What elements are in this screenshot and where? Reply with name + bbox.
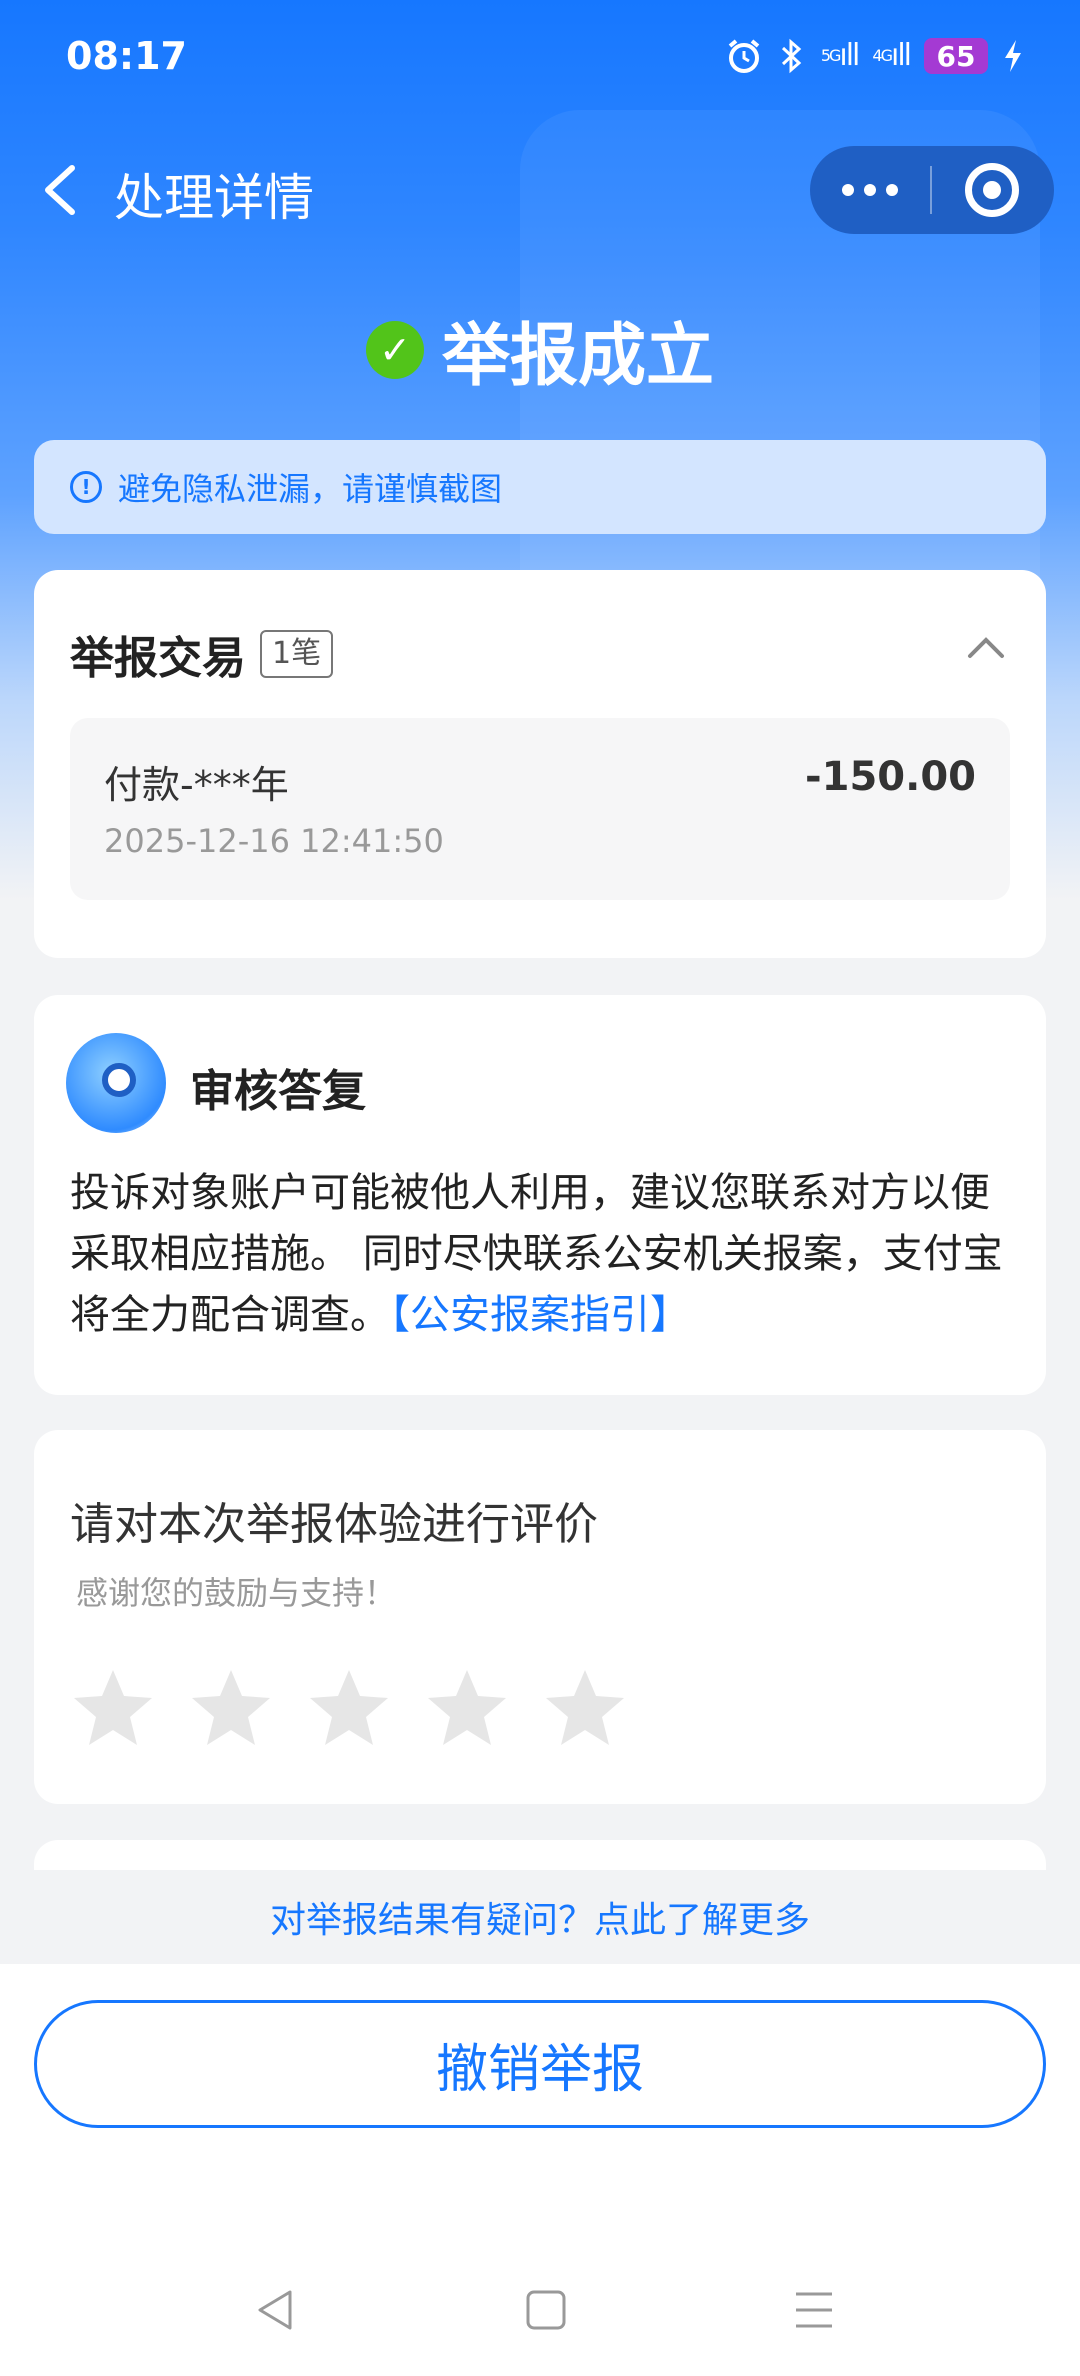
star-icon[interactable] [542, 1666, 628, 1750]
bluetooth-icon [781, 38, 802, 74]
nav-menu-icon[interactable] [786, 2282, 842, 2338]
nav-bar: 处理详情 [0, 140, 1080, 240]
footer-link-area: 对举报结果有疑问？点此了解更多 [0, 1870, 1080, 1964]
target-icon[interactable] [932, 146, 1052, 234]
rating-title: 请对本次举报体验进行评价 [70, 1499, 598, 1550]
star-icon[interactable] [306, 1666, 392, 1750]
review-title: 审核答复 [190, 1066, 366, 1117]
robot-avatar [66, 1033, 166, 1133]
signal-1-label: 5G [820, 46, 842, 65]
learn-more-link[interactable]: 对举报结果有疑问？点此了解更多 [270, 1891, 810, 1943]
signal-2-label: 4G [872, 46, 893, 65]
chevron-up-icon[interactable] [966, 632, 1006, 662]
result-title: 举报成立 [441, 317, 714, 396]
star-icon[interactable] [188, 1666, 274, 1750]
star-icon[interactable] [424, 1666, 510, 1750]
star-rating [70, 1666, 628, 1750]
more-dots-icon[interactable] [810, 146, 930, 234]
back-arrow-icon[interactable] [34, 160, 90, 220]
transaction-amount: -150.00 [805, 754, 976, 800]
transaction-card-header: 举报交易 1笔 [70, 622, 334, 686]
status-icons: 5Gıll 4Gıll 65 [725, 36, 1024, 76]
signal-icon: 4Gıll [872, 38, 912, 73]
info-icon: ! [70, 471, 102, 503]
nav-back-icon[interactable] [248, 2282, 304, 2338]
rating-subtitle: 感谢您的鼓励与支持！ [76, 1574, 397, 1612]
transaction-name: 付款-***年 [104, 763, 289, 807]
star-icon[interactable] [70, 1666, 156, 1750]
check-circle-icon: ✓ [365, 320, 424, 379]
charging-icon [1005, 40, 1021, 72]
battery-icon: 65 [924, 38, 988, 74]
police-report-guide-link[interactable]: 【公安报案指引】 [390, 1292, 690, 1338]
signal-icon: 5Gıll [820, 38, 861, 73]
revoke-report-button[interactable]: 撤销举报 [34, 2000, 1046, 2128]
nav-home-icon[interactable] [518, 2282, 574, 2338]
transaction-card-title: 举报交易 [70, 633, 246, 684]
result-banner: ✓ 举报成立 [0, 300, 1080, 399]
review-card: 审核答复 投诉对象账户可能被他人利用，建议您联系对方以便采取相应措施。 同时尽快… [34, 995, 1046, 1395]
status-bar: 08:17 5Gıll 4Gıll 65 [0, 0, 1080, 120]
status-time: 08:17 [66, 34, 187, 78]
alarm-icon [728, 39, 760, 73]
transaction-card: 举报交易 1笔 付款-***年 -150.00 2025-12-16 12:41… [34, 570, 1046, 958]
rating-card: 请对本次举报体验进行评价 感谢您的鼓励与支持！ [34, 1430, 1046, 1804]
page-title: 处理详情 [114, 169, 314, 227]
transaction-time: 2025-12-16 12:41:50 [104, 822, 444, 860]
privacy-tip-text: 避免隐私泄漏，请谨慎截图 [118, 470, 503, 508]
mini-program-capsule [810, 146, 1054, 234]
review-body: 投诉对象账户可能被他人利用，建议您联系对方以便采取相应措施。 同时尽快联系公安机… [70, 1163, 1010, 1346]
count-badge: 1笔 [260, 630, 334, 678]
transaction-item[interactable]: 付款-***年 -150.00 2025-12-16 12:41:50 [70, 718, 1010, 900]
system-nav-bar [0, 2260, 1080, 2360]
privacy-tip: ! 避免隐私泄漏，请谨慎截图 [34, 440, 1046, 534]
